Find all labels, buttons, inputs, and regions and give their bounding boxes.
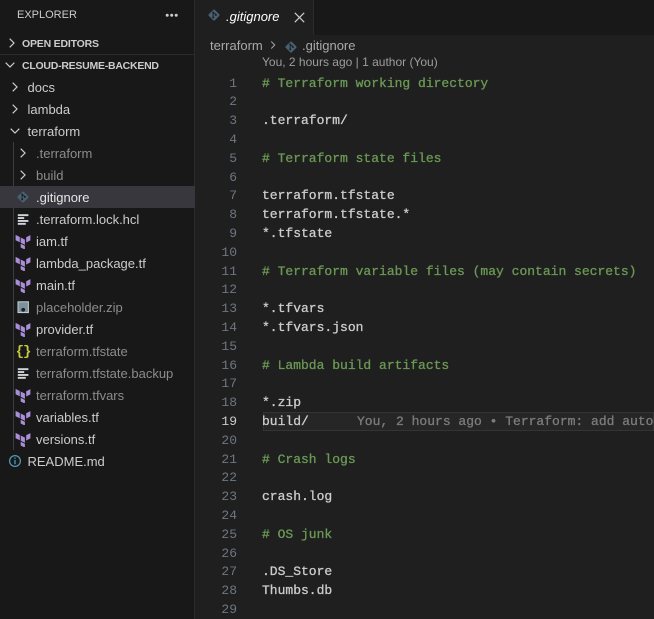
svg-text:{}: {} <box>16 344 31 359</box>
